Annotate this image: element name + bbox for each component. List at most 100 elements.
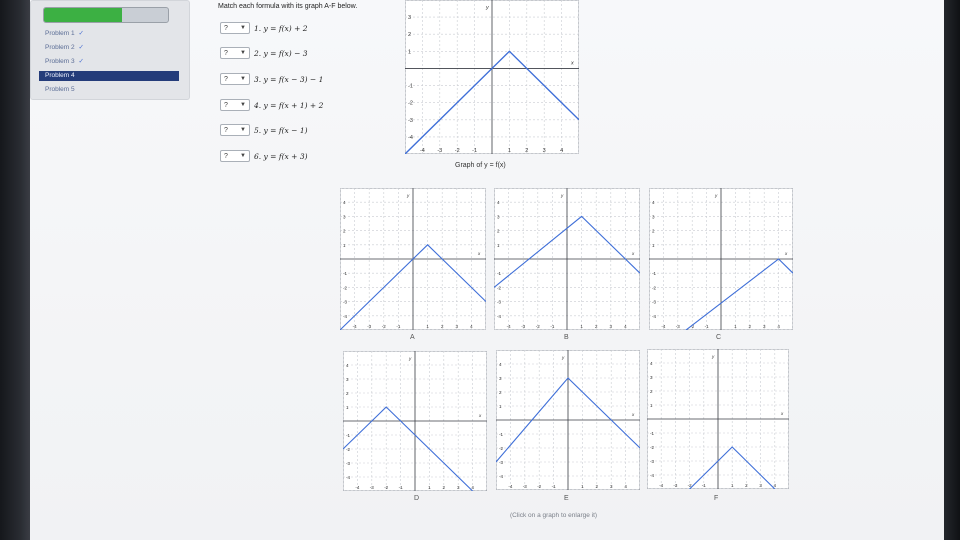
x-tick-label: -1 bbox=[472, 148, 477, 154]
x-tick-label: -1 bbox=[396, 324, 400, 329]
y-tick-label: 2 bbox=[408, 32, 411, 38]
x-tick-label: -4 bbox=[507, 324, 511, 329]
nav-problem-5[interactable]: Problem 5 bbox=[39, 85, 179, 95]
nav-problem-1[interactable]: Problem 1 ✓ bbox=[39, 29, 179, 39]
select-value: ? bbox=[224, 75, 228, 83]
x-tick-label: -3 bbox=[521, 324, 525, 329]
graph-letter-c: C bbox=[716, 334, 722, 341]
y-tick-label: -3 bbox=[652, 300, 656, 305]
formula-row-4: ? ▼ 4. y = f(x + 1) + 2 bbox=[220, 97, 323, 113]
nav-problem-label: Problem 5 bbox=[45, 86, 75, 93]
graph-option-c[interactable]: -4 -3 -2 -1 1 2 3 44321-1-2-3-4xy bbox=[649, 188, 793, 330]
progress-fill bbox=[44, 8, 123, 22]
check-icon: ✓ bbox=[78, 30, 84, 37]
y-tick-label: -3 bbox=[497, 300, 501, 305]
formula-text: 6. y = f(x + 3) bbox=[254, 151, 308, 161]
y-tick-label: -3 bbox=[650, 459, 654, 464]
dropdown-arrow-icon: ▼ bbox=[240, 25, 246, 31]
answer-select-3[interactable]: ? ▼ bbox=[220, 73, 250, 85]
y-tick-label: -1 bbox=[346, 433, 350, 438]
nav-problem-label: Problem 1 bbox=[45, 30, 75, 37]
y-tick-label: -4 bbox=[650, 473, 654, 478]
dropdown-arrow-icon: ▼ bbox=[240, 153, 246, 159]
y-tick-label: -2 bbox=[497, 285, 501, 290]
x-tick-label: -1 bbox=[399, 485, 403, 490]
dropdown-arrow-icon: ▼ bbox=[240, 76, 246, 82]
y-tick-label: -1 bbox=[408, 84, 413, 90]
x-tick-label: -2 bbox=[455, 148, 460, 154]
x-tick-label: -4 bbox=[659, 483, 663, 488]
x-tick-label: -3 bbox=[370, 485, 374, 490]
y-tick-label: 1 bbox=[408, 49, 411, 55]
dropdown-arrow-icon: ▼ bbox=[240, 102, 246, 108]
y-tick-label: -1 bbox=[499, 432, 503, 437]
y-tick-label: -4 bbox=[499, 474, 503, 479]
x-tick-label: -2 bbox=[384, 485, 388, 490]
x-tick-label: 4 bbox=[560, 148, 563, 154]
formula-text: 3. y = f(x − 3) − 1 bbox=[254, 74, 324, 84]
x-tick-label: 3 bbox=[543, 148, 546, 154]
reference-graph[interactable]: -4 -3 -2 -1 1 2 3 4321-1-2-3-4xy bbox=[405, 0, 579, 154]
x-tick-label: -1 bbox=[552, 484, 556, 489]
dropdown-arrow-icon: ▼ bbox=[240, 127, 246, 133]
x-tick-label: -3 bbox=[367, 324, 371, 329]
formula-row-2: ? ▼ 2. y = f(x) − 3 bbox=[220, 45, 308, 61]
graph-letter-e: E bbox=[564, 495, 569, 502]
graph-letter-f: F bbox=[714, 495, 719, 502]
select-value: ? bbox=[224, 126, 228, 134]
nav-problem-4[interactable]: Problem 4 bbox=[39, 71, 179, 81]
monitor-bezel-left bbox=[0, 0, 30, 540]
graph-option-d[interactable]: -4 -3 -2 -1 1 2 3 44321-1-2-3-4xy bbox=[343, 351, 487, 491]
answer-select-2[interactable]: ? ▼ bbox=[220, 47, 250, 59]
answer-select-5[interactable]: ? ▼ bbox=[220, 124, 250, 136]
y-tick-label: -4 bbox=[408, 135, 413, 141]
y-tick-label: -4 bbox=[343, 314, 347, 319]
nav-problem-label: Problem 2 bbox=[45, 44, 75, 51]
graph-letter-a: A bbox=[410, 334, 415, 341]
x-tick-label: -2 bbox=[537, 484, 541, 489]
formula-text: 1. y = f(x) + 2 bbox=[254, 23, 308, 33]
graph-option-b[interactable]: -4 -3 -2 -1 1 2 3 44321-1-2-3-4xy bbox=[494, 188, 640, 330]
graph-option-f[interactable]: -4 -3 -2 -1 1 2 3 44321-1-2-3-4xy bbox=[647, 349, 789, 489]
y-tick-label: -3 bbox=[408, 118, 413, 124]
answer-select-4[interactable]: ? ▼ bbox=[220, 99, 250, 111]
y-tick-label: 3 bbox=[408, 15, 411, 21]
x-tick-label: -3 bbox=[437, 148, 442, 154]
nav-problem-label: Problem 3 bbox=[45, 58, 75, 65]
dropdown-arrow-icon: ▼ bbox=[240, 50, 246, 56]
nav-problem-label: Problem 4 bbox=[45, 72, 75, 79]
x-tick-label: -4 bbox=[355, 485, 359, 490]
graph-letter-b: B bbox=[564, 334, 569, 341]
problem-nav: Problem 1 ✓ Problem 2 ✓ Problem 3 ✓ Prob… bbox=[30, 0, 190, 100]
y-tick-label: -2 bbox=[650, 445, 654, 450]
screen: Problem 1 ✓ Problem 2 ✓ Problem 3 ✓ Prob… bbox=[30, 0, 944, 540]
y-tick-label: -3 bbox=[343, 300, 347, 305]
y-tick-label: -1 bbox=[650, 431, 654, 436]
x-tick-label: -4 bbox=[420, 148, 425, 154]
check-icon: ✓ bbox=[78, 58, 84, 65]
x-tick-label: -1 bbox=[702, 483, 706, 488]
select-value: ? bbox=[224, 24, 228, 32]
reference-graph-caption: Graph of y = f(x) bbox=[455, 162, 506, 169]
y-tick-label: -2 bbox=[343, 285, 347, 290]
monitor-bezel-right bbox=[944, 0, 960, 540]
graph-option-e[interactable]: -4 -3 -2 -1 1 2 3 44321-1-2-3-4xy bbox=[496, 350, 640, 490]
nav-problem-2[interactable]: Problem 2 ✓ bbox=[39, 43, 179, 53]
check-icon: ✓ bbox=[78, 44, 84, 51]
y-tick-label: -4 bbox=[497, 314, 501, 319]
y-tick-label: -2 bbox=[408, 101, 413, 107]
y-tick-label: -2 bbox=[346, 447, 350, 452]
formula-row-5: ? ▼ 5. y = f(x − 1) bbox=[220, 122, 308, 138]
answer-select-6[interactable]: ? ▼ bbox=[220, 150, 250, 162]
graph-option-a[interactable]: -4 -3 -2 -1 1 2 3 44321-1-2-3-4xy bbox=[340, 188, 486, 330]
nav-problem-3[interactable]: Problem 3 ✓ bbox=[39, 57, 179, 67]
select-value: ? bbox=[224, 152, 228, 160]
answer-select-1[interactable]: ? ▼ bbox=[220, 22, 250, 34]
formula-row-1: ? ▼ 1. y = f(x) + 2 bbox=[220, 20, 308, 36]
x-tick-label: -4 bbox=[353, 324, 357, 329]
y-tick-label: -3 bbox=[499, 460, 503, 465]
y-tick-label: -1 bbox=[652, 271, 656, 276]
y-tick-label: -4 bbox=[652, 314, 656, 319]
y-tick-label: -3 bbox=[346, 461, 350, 466]
formula-text: 4. y = f(x + 1) + 2 bbox=[254, 100, 324, 110]
